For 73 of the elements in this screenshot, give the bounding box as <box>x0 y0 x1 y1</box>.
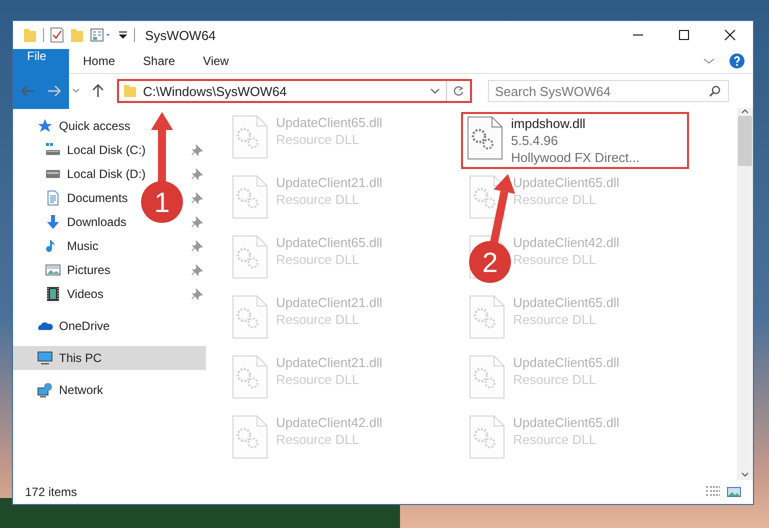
sidebar-item[interactable]: Documents <box>13 186 132 210</box>
caret-icon <box>72 88 80 94</box>
gears-file-icon <box>232 415 268 459</box>
ribbon-tab[interactable]: Home <box>69 49 130 73</box>
scroll-thumb[interactable] <box>738 116 752 166</box>
scrollbar[interactable] <box>737 108 753 480</box>
network-icon <box>37 382 53 398</box>
computer-icon <box>37 350 53 366</box>
file-tab[interactable]: File <box>13 49 69 109</box>
dropdown-caret-icon[interactable] <box>430 87 440 95</box>
highlighted-file-item[interactable]: impdshow.dll 5.5.4.96 Hollywood FX Direct... <box>461 112 689 169</box>
file-name: UpdateClient21.dll <box>276 295 382 310</box>
file-name: UpdateClient21.dll <box>276 355 382 370</box>
checked-document-icon[interactable] <box>50 27 64 43</box>
gears-file-icon <box>232 235 268 279</box>
gears-file-icon <box>469 295 505 339</box>
gears-file-icon <box>469 355 505 399</box>
file-detail: 5.5.4.96 <box>511 133 559 148</box>
gears-file-icon <box>469 175 505 219</box>
gears-file-icon <box>232 115 268 159</box>
window-title: SysWOW64 <box>145 28 216 42</box>
file-name: UpdateClient65.dll <box>276 235 382 250</box>
pointer-arrow <box>490 174 516 244</box>
scroll-up-icon[interactable] <box>741 108 749 114</box>
sidebar-item[interactable]: Pictures <box>13 258 114 282</box>
properties-icon[interactable] <box>90 27 112 43</box>
downloads-icon <box>45 214 61 230</box>
file-detail: Hollywood FX Direct... <box>511 150 640 165</box>
star-icon <box>37 118 53 134</box>
ribbon-tab[interactable]: Share <box>129 49 190 73</box>
sidebar-item[interactable]: OneDrive <box>13 314 114 338</box>
refresh-icon <box>453 85 464 97</box>
file-name: UpdateClient42.dll <box>276 415 382 430</box>
sidebar-item[interactable]: This PC <box>13 346 206 370</box>
system-drive-icon <box>45 142 61 158</box>
gears-file-icon <box>232 355 268 399</box>
step-number-badge: 1 <box>141 181 183 223</box>
folder-icon <box>123 84 137 98</box>
file-name: UpdateClient21.dll <box>276 175 382 190</box>
file-name: impdshow.dll <box>511 116 586 131</box>
search-icon <box>709 85 721 97</box>
pictures-icon <box>45 262 61 278</box>
gears-file-icon <box>232 295 268 339</box>
file-name: UpdateClient65.dll <box>513 415 620 430</box>
close-icon <box>724 29 736 41</box>
file-name: UpdateClient65.dll <box>513 295 620 310</box>
expand-ribbon-icon[interactable] <box>703 56 715 66</box>
large-icons-view-icon[interactable] <box>727 485 741 499</box>
documents-icon <box>45 190 61 206</box>
gears-file-icon <box>232 175 268 219</box>
file-name: UpdateClient65.dll <box>276 115 382 130</box>
videos-icon <box>45 286 61 302</box>
sidebar-item[interactable]: Local Disk (C:) <box>13 138 150 162</box>
step-number-badge: 2 <box>469 241 511 283</box>
sidebar-item[interactable]: Quick access <box>13 114 134 138</box>
ribbon-tab[interactable]: View <box>189 49 243 73</box>
sidebar-item[interactable]: Downloads <box>13 210 130 234</box>
item-count: 172 items <box>25 485 78 499</box>
scroll-down-icon[interactable] <box>741 472 749 478</box>
gears-file-icon <box>469 415 505 459</box>
pointer-arrow <box>151 112 173 182</box>
sidebar-item[interactable]: Music <box>13 234 102 258</box>
search-field[interactable]: Search SysWOW64 <box>488 80 729 102</box>
address-path: C:\Windows\SysWOW64 <box>143 84 288 98</box>
sidebar-item[interactable]: Network <box>13 378 108 402</box>
gears-file-icon <box>467 116 503 160</box>
address-bar[interactable]: C:\Windows\SysWOW64 <box>117 79 472 103</box>
file-name: UpdateClient65.dll <box>513 175 620 190</box>
maximize-icon <box>678 29 690 41</box>
file-name: UpdateClient65.dll <box>513 355 620 370</box>
help-icon[interactable] <box>729 53 745 69</box>
sidebar-item[interactable]: Videos <box>13 282 108 306</box>
file-name: UpdateClient42.dll <box>513 235 620 250</box>
